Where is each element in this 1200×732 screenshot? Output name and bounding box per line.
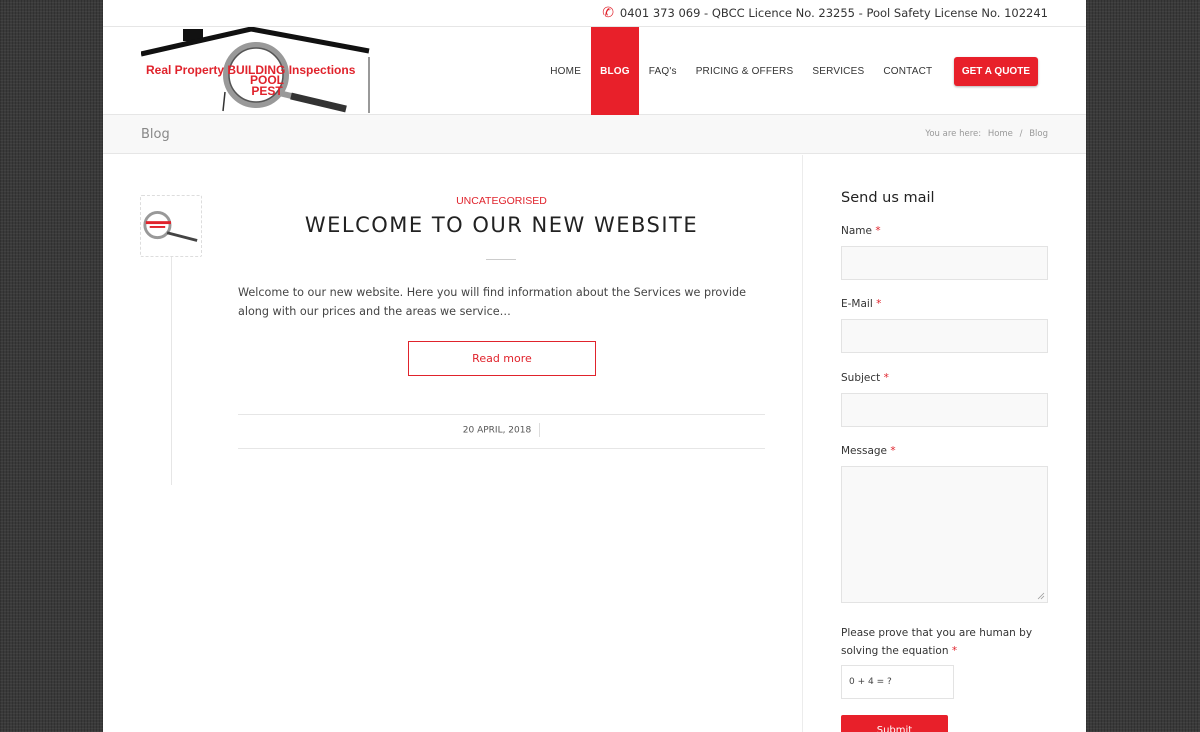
resize-handle-icon[interactable] [1037, 592, 1045, 600]
site-header: Real Property BUILDING Inspections POOL … [103, 26, 1086, 115]
logo-pest-text: PEST [251, 84, 283, 98]
required-mark: * [890, 445, 896, 457]
post-date: 20 APRIL, 2018 [238, 423, 765, 437]
meta-separator [539, 423, 541, 437]
title-separator [486, 259, 516, 260]
post-title[interactable]: WELCOME TO OUR NEW WEBSITE [238, 213, 765, 237]
required-mark: * [876, 298, 882, 310]
breadcrumb-home-link[interactable]: Home [988, 129, 1013, 139]
post-excerpt: Welcome to our new website. Here you wil… [238, 286, 746, 318]
sidebar-divider [802, 155, 803, 732]
post-thumbnail-image [143, 211, 198, 242]
message-field[interactable] [841, 466, 1048, 603]
post-thumbnail[interactable] [140, 195, 202, 257]
timeline-line [171, 257, 172, 485]
nav-faqs[interactable]: FAQ's [639, 27, 686, 115]
subject-label-text: Subject [841, 372, 881, 384]
meta-divider-bottom [238, 448, 765, 449]
message-label-text: Message [841, 445, 888, 457]
nav-pricing-offers[interactable]: PRICING & OFFERS [686, 27, 803, 115]
meta-divider-top [238, 414, 765, 415]
breadcrumb-prefix: You are here: [925, 129, 982, 139]
email-field[interactable] [841, 319, 1048, 353]
post-category-link[interactable]: UNCATEGORISED [238, 195, 765, 207]
breadcrumb: You are here: Home / Blog [921, 129, 1048, 139]
post-date-text: 20 APRIL, 2018 [462, 425, 532, 436]
required-mark: * [951, 645, 958, 657]
phone-icon: ✆ [602, 5, 614, 21]
top-info-text: 0401 373 069 - QBCC Licence No. 23255 - … [619, 6, 1048, 20]
breadcrumb-current[interactable]: Blog [1029, 129, 1048, 139]
required-mark: * [883, 372, 889, 384]
captcha-field[interactable]: 0 + 4 = ? [841, 665, 954, 699]
read-more-button[interactable]: Read more [408, 341, 596, 376]
message-label: Message * [841, 445, 896, 457]
nav-contact[interactable]: CONTACT [874, 27, 942, 115]
breadcrumb-separator: / [1019, 129, 1023, 139]
page-title[interactable]: Blog [141, 127, 170, 142]
nav-blog[interactable]: BLOG [590, 27, 640, 115]
main-content: UNCATEGORISED WELCOME TO OUR NEW WEBSITE… [103, 155, 1086, 732]
captcha-equation: 0 + 4 = ? [849, 677, 892, 687]
nav-services[interactable]: SERVICES [803, 27, 874, 115]
nav-home[interactable]: HOME [541, 27, 591, 115]
main-nav: HOME BLOG FAQ's PRICING & OFFERS SERVICE… [541, 27, 1038, 115]
name-field[interactable] [841, 246, 1048, 280]
site-logo[interactable]: Real Property BUILDING Inspections POOL … [140, 26, 371, 115]
email-label-text: E-Mail [841, 298, 873, 310]
page: ✆ 0401 373 069 - QBCC Licence No. 23255 … [103, 0, 1086, 732]
top-info-bar: ✆ 0401 373 069 - QBCC Licence No. 23255 … [103, 0, 1086, 27]
get-a-quote-button[interactable]: GET A QUOTE [953, 56, 1038, 86]
subject-field[interactable] [841, 393, 1048, 427]
submit-button[interactable]: Submit [841, 715, 948, 732]
subject-label: Subject * [841, 372, 889, 384]
captcha-label: Please prove that you are human by solvi… [841, 624, 1041, 660]
email-label: E-Mail * [841, 298, 881, 310]
form-title: Send us mail [841, 190, 935, 206]
captcha-label-text: Please prove that you are human by solvi… [841, 627, 1033, 657]
name-label-text: Name [841, 225, 872, 237]
name-label: Name * [841, 225, 881, 237]
required-mark: * [875, 225, 881, 237]
page-title-bar: Blog You are here: Home / Blog [103, 115, 1086, 154]
logo-subtext: POOL PEST [239, 74, 295, 98]
